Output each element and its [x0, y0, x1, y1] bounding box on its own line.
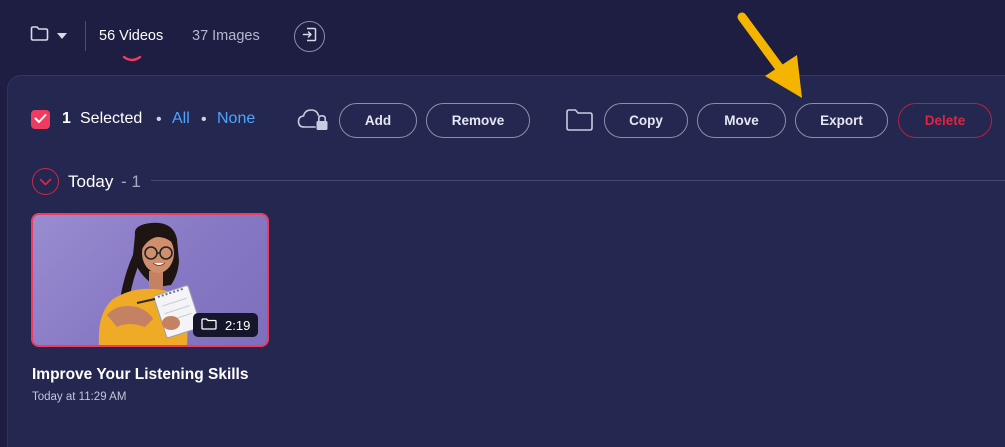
folder-icon: [30, 26, 49, 46]
exit-button[interactable]: [294, 21, 325, 52]
group-count: - 1: [121, 172, 141, 191]
export-button[interactable]: Export: [795, 103, 888, 138]
select-checkbox[interactable]: [31, 110, 50, 129]
add-button[interactable]: Add: [339, 103, 417, 138]
collapse-group-button[interactable]: [32, 168, 59, 195]
duration-badge: 2:19: [193, 313, 258, 337]
group-divider: [151, 180, 1005, 181]
move-button[interactable]: Move: [697, 103, 786, 138]
active-tab-indicator: [122, 50, 142, 68]
group-title: Today: [68, 172, 114, 191]
separator-dot: •: [156, 111, 162, 128]
chevron-down-icon: [57, 33, 67, 39]
select-all-link[interactable]: All: [172, 110, 190, 128]
top-bar: 56 Videos 37 Images: [0, 0, 1005, 75]
remove-button[interactable]: Remove: [426, 103, 530, 138]
selected-count: 1: [62, 110, 71, 127]
selected-label: Selected: [80, 110, 143, 127]
video-date: Today at 11:29 AM: [32, 391, 127, 403]
video-title[interactable]: Improve Your Listening Skills: [32, 366, 248, 384]
exit-icon: [302, 27, 317, 47]
check-icon: [34, 111, 47, 129]
tab-videos[interactable]: 56 Videos: [99, 28, 163, 44]
copy-button[interactable]: Copy: [604, 103, 688, 138]
select-none-link[interactable]: None: [217, 110, 255, 128]
chevron-down-icon: [39, 173, 52, 191]
folder-icon: [201, 317, 217, 333]
divider: [85, 21, 86, 51]
delete-button[interactable]: Delete: [898, 103, 992, 138]
tab-images[interactable]: 37 Images: [192, 28, 260, 44]
folder-icon: [565, 108, 594, 137]
video-duration: 2:19: [225, 317, 251, 333]
separator-dot: •: [201, 111, 207, 128]
arrow-annotation-icon: [735, 10, 815, 107]
cloud-lock-icon: [297, 108, 331, 137]
folder-dropdown[interactable]: [30, 26, 67, 46]
